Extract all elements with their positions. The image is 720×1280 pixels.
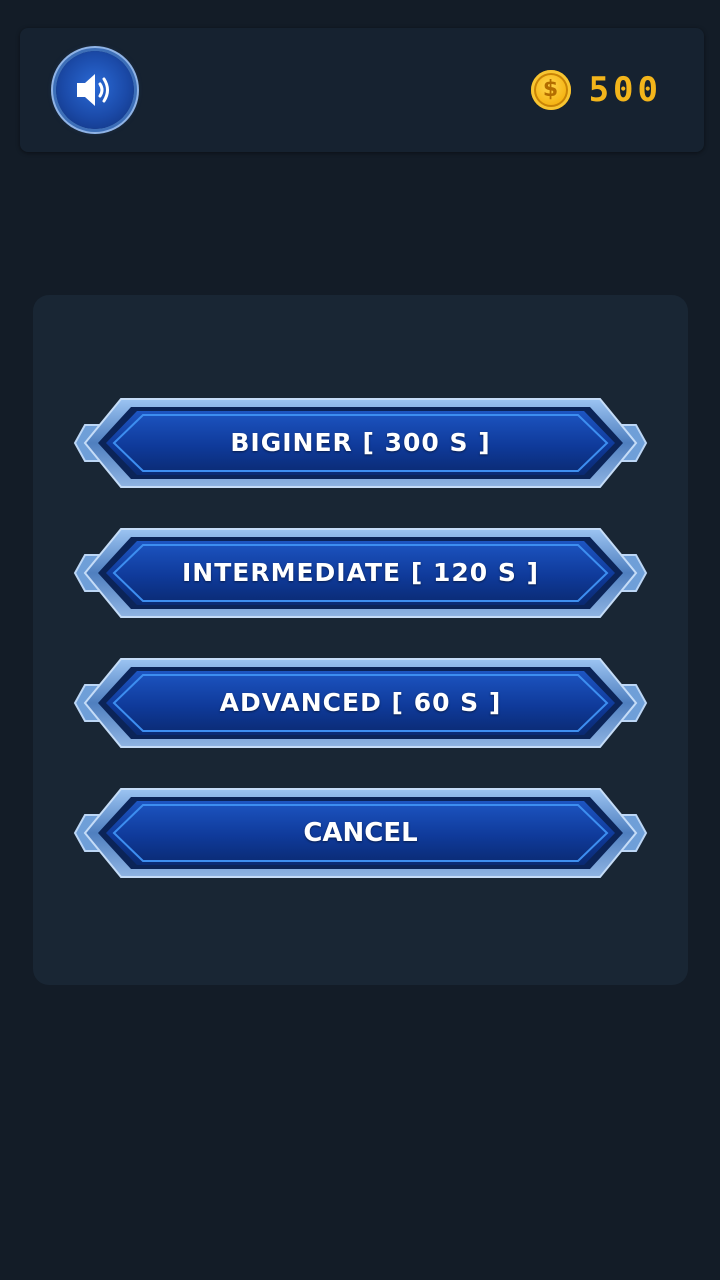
beginner-button[interactable]: BIGINER [ 300 S ] bbox=[73, 395, 648, 491]
coin-amount: 500 bbox=[588, 70, 662, 110]
speaker-icon bbox=[77, 74, 109, 106]
coin-balance: $ 500 bbox=[530, 68, 662, 112]
beginner-label: BIGINER [ 300 S ] bbox=[230, 428, 491, 457]
advanced-label: ADVANCED [ 60 S ] bbox=[219, 688, 502, 717]
intermediate-label: INTERMEDIATE [ 120 S ] bbox=[181, 558, 539, 587]
cancel-button[interactable]: CANCEL bbox=[73, 785, 648, 881]
coin-icon: $ bbox=[530, 70, 571, 110]
advanced-button[interactable]: ADVANCED [ 60 S ] bbox=[73, 655, 648, 751]
cancel-label: CANCEL bbox=[303, 818, 418, 848]
intermediate-button[interactable]: INTERMEDIATE [ 120 S ] bbox=[73, 525, 648, 621]
top-bar: $ 500 bbox=[20, 28, 704, 152]
sound-toggle-button[interactable] bbox=[56, 51, 134, 129]
difficulty-panel: BIGINER [ 300 S ] INTERMEDIATE [ 120 S ]… bbox=[33, 295, 688, 985]
